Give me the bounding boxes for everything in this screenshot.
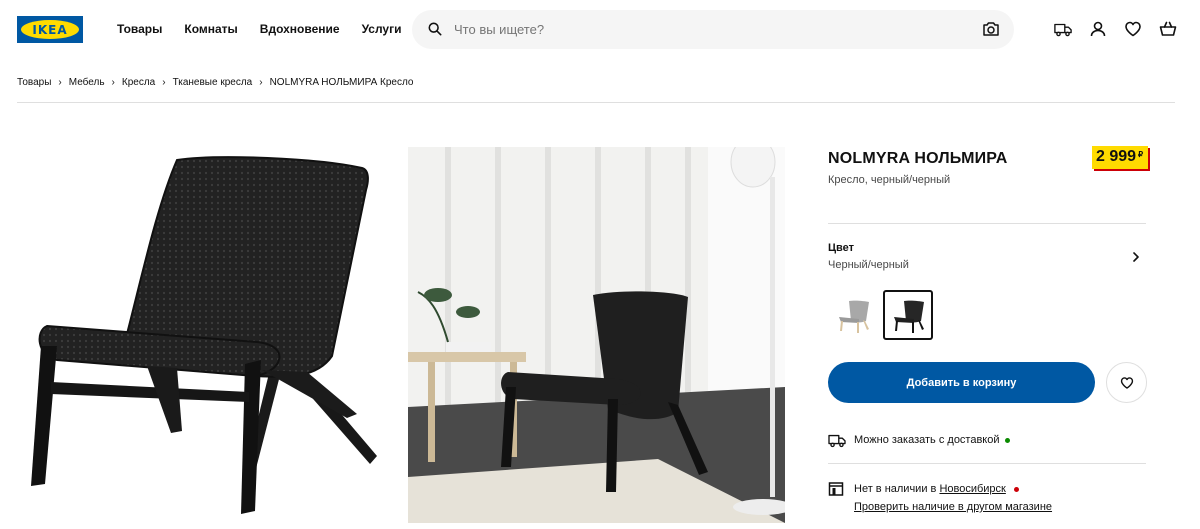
chevron-right-icon[interactable]: [1130, 250, 1142, 264]
heart-icon[interactable]: [1124, 20, 1142, 38]
delivery-info: Можно заказать с доставкой: [828, 432, 1010, 448]
info-divider-2: [828, 463, 1146, 464]
color-value: Черный/черный: [828, 259, 909, 271]
price-currency: ₽: [1138, 150, 1144, 159]
shopping-bag-icon[interactable]: [1159, 20, 1177, 38]
store-availability: Нет в наличии в Новосибирск Проверить на…: [828, 480, 1052, 516]
product-image-main[interactable]: [17, 146, 391, 522]
product-title: NOLMYRA НОЛЬМИРА: [828, 150, 1008, 167]
logo-text: IKEA: [21, 20, 79, 39]
header: IKEA Товары Комнаты Вдохновение Услуги: [0, 0, 1200, 60]
favourite-button[interactable]: [1106, 362, 1147, 403]
breadcrumb-item-fabric-chairs[interactable]: Тканевые кресла: [173, 77, 253, 88]
search-icon[interactable]: [428, 22, 442, 36]
check-other-store-link[interactable]: Проверить наличие в другом магазине: [854, 498, 1052, 516]
available-status-dot: [1004, 437, 1010, 443]
nav-item-services[interactable]: Услуги: [362, 22, 402, 36]
info-divider: [828, 223, 1146, 224]
search-input[interactable]: [454, 19, 974, 39]
breadcrumb-item-current: NOLMYRA НОЛЬМИРА Кресло: [269, 77, 414, 88]
unavailable-status-dot: [1013, 487, 1019, 492]
search-bar: [412, 10, 1014, 49]
chair-thumbnail-black: [894, 300, 924, 333]
breadcrumb-item-furniture[interactable]: Мебель: [69, 77, 105, 88]
heart-icon: [1120, 376, 1133, 389]
chevron-right-icon: ›: [162, 77, 166, 88]
product-image-room[interactable]: [408, 147, 785, 523]
breadcrumb-item-chairs[interactable]: Кресла: [122, 77, 155, 88]
chevron-right-icon: ›: [111, 77, 115, 88]
color-swatch-black[interactable]: [883, 290, 933, 340]
user-icon[interactable]: [1089, 20, 1107, 38]
chair-illustration: [31, 156, 377, 514]
delivery-truck-icon[interactable]: [1054, 20, 1072, 38]
chevron-right-icon: ›: [259, 77, 263, 88]
breadcrumb-item-products[interactable]: Товары: [17, 77, 51, 88]
store-city-link[interactable]: Новосибирск: [939, 483, 1005, 495]
camera-search-icon[interactable]: [982, 21, 1000, 37]
header-divider: [17, 102, 1175, 103]
price-value: 2 999: [1096, 148, 1137, 165]
chevron-right-icon: ›: [58, 77, 62, 88]
nav-item-rooms[interactable]: Комнаты: [184, 22, 237, 36]
color-label: Цвет: [828, 242, 855, 254]
price-tag: 2 999 ₽: [1092, 146, 1149, 169]
header-icons: [1054, 20, 1177, 38]
breadcrumb: Товары › Мебель › Кресла › Тканевые крес…: [17, 77, 413, 88]
main-nav: Товары Комнаты Вдохновение Услуги: [117, 22, 401, 36]
chair-thumbnail-grey: [839, 300, 869, 333]
room-scene: [408, 147, 785, 523]
store-icon: [828, 482, 844, 496]
ikea-logo[interactable]: IKEA: [17, 16, 83, 43]
delivery-text: Можно заказать с доставкой: [854, 434, 1000, 446]
delivery-truck-icon: [828, 434, 846, 448]
nav-item-inspiration[interactable]: Вдохновение: [260, 22, 340, 36]
nav-item-products[interactable]: Товары: [117, 22, 162, 36]
product-subtitle: Кресло, черный/черный: [828, 174, 951, 186]
add-to-cart-button[interactable]: Добавить в корзину: [828, 362, 1095, 403]
color-swatch-grey[interactable]: [828, 290, 878, 340]
stock-prefix: Нет в наличии в: [854, 483, 937, 495]
